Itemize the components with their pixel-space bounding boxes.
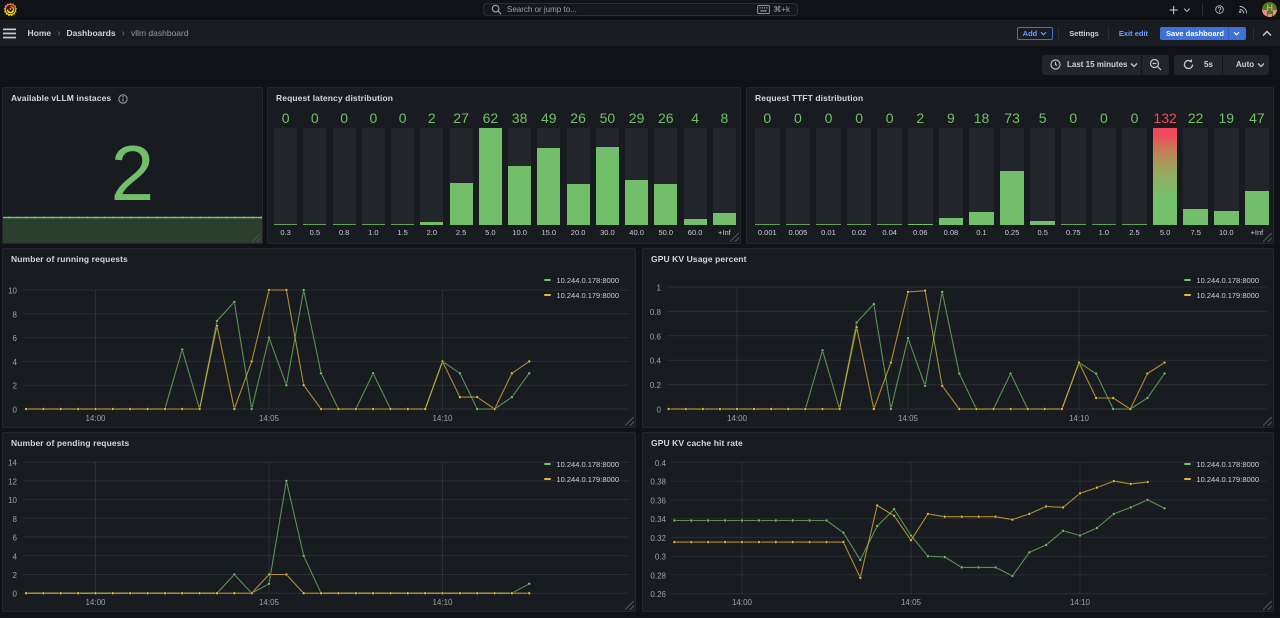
svg-text:8: 8 <box>13 310 18 319</box>
svg-text:4: 4 <box>13 552 18 561</box>
svg-text:0.8: 0.8 <box>650 308 662 317</box>
svg-text:10: 10 <box>8 496 17 505</box>
svg-text:0.38: 0.38 <box>650 478 666 487</box>
svg-text:0.4: 0.4 <box>650 357 662 366</box>
svg-text:0.34: 0.34 <box>650 515 666 524</box>
svg-text:1: 1 <box>657 284 662 293</box>
svg-text:0.4: 0.4 <box>655 459 667 468</box>
svg-text:6: 6 <box>13 534 18 543</box>
svg-text:0.32: 0.32 <box>650 534 666 543</box>
svg-text:0: 0 <box>13 406 18 415</box>
svg-text:14:05: 14:05 <box>259 414 280 423</box>
svg-text:14:05: 14:05 <box>259 598 280 607</box>
svg-text:0: 0 <box>657 406 662 415</box>
svg-text:0: 0 <box>13 590 18 599</box>
svg-text:0.28: 0.28 <box>650 571 666 580</box>
svg-text:14:10: 14:10 <box>432 414 453 423</box>
svg-text:14:05: 14:05 <box>898 414 919 423</box>
svg-text:14: 14 <box>8 459 17 468</box>
svg-text:2: 2 <box>13 382 18 391</box>
svg-text:14:00: 14:00 <box>85 598 106 607</box>
svg-text:14:00: 14:00 <box>85 414 106 423</box>
svg-text:8: 8 <box>13 515 18 524</box>
svg-text:2: 2 <box>13 571 18 580</box>
svg-text:0.36: 0.36 <box>650 496 666 505</box>
svg-text:10: 10 <box>8 287 17 296</box>
svg-text:4: 4 <box>13 358 18 367</box>
svg-text:14:00: 14:00 <box>727 414 748 423</box>
svg-text:0.26: 0.26 <box>650 590 666 599</box>
svg-text:14:00: 14:00 <box>732 598 753 607</box>
svg-text:14:10: 14:10 <box>432 598 453 607</box>
svg-text:6: 6 <box>13 334 18 343</box>
svg-text:0.6: 0.6 <box>650 332 662 341</box>
svg-text:14:10: 14:10 <box>1069 414 1090 423</box>
svg-text:12: 12 <box>8 477 17 486</box>
svg-text:14:05: 14:05 <box>901 598 922 607</box>
svg-text:0.3: 0.3 <box>655 553 667 562</box>
svg-text:0.2: 0.2 <box>650 381 662 390</box>
svg-text:14:10: 14:10 <box>1070 598 1091 607</box>
